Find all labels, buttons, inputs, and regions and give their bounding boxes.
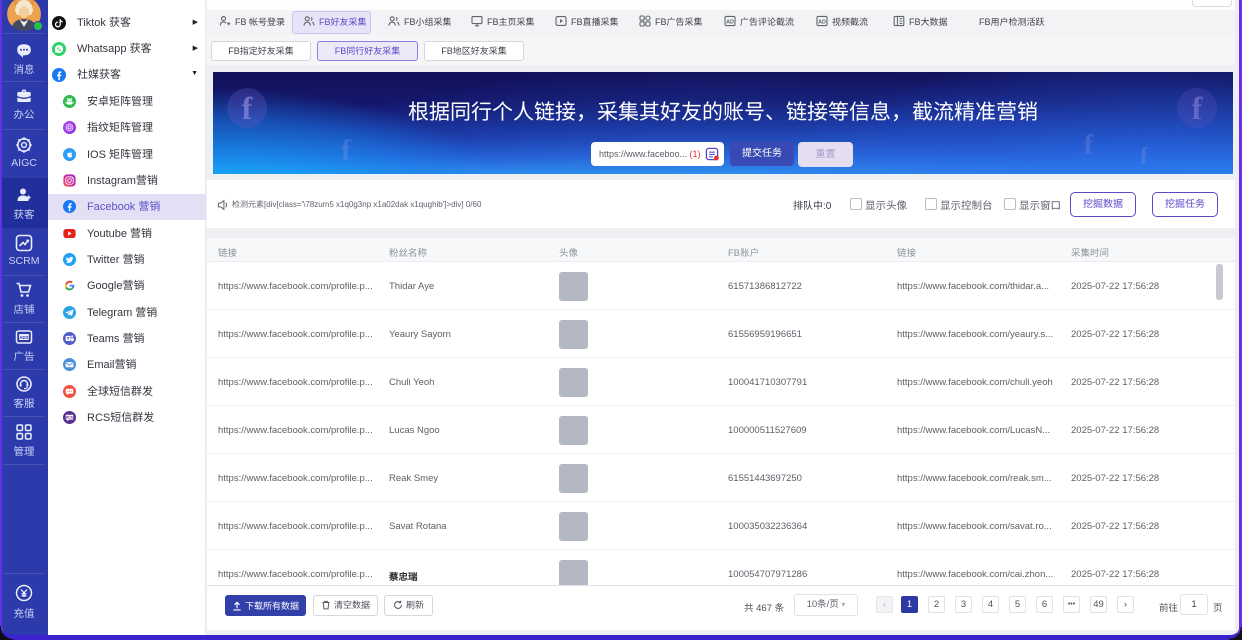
svg-text:ADS: ADS	[19, 335, 29, 340]
svg-text:AD: AD	[726, 19, 734, 25]
svg-text:AD: AD	[818, 19, 826, 25]
svg-text:RCS: RCS	[66, 416, 74, 420]
